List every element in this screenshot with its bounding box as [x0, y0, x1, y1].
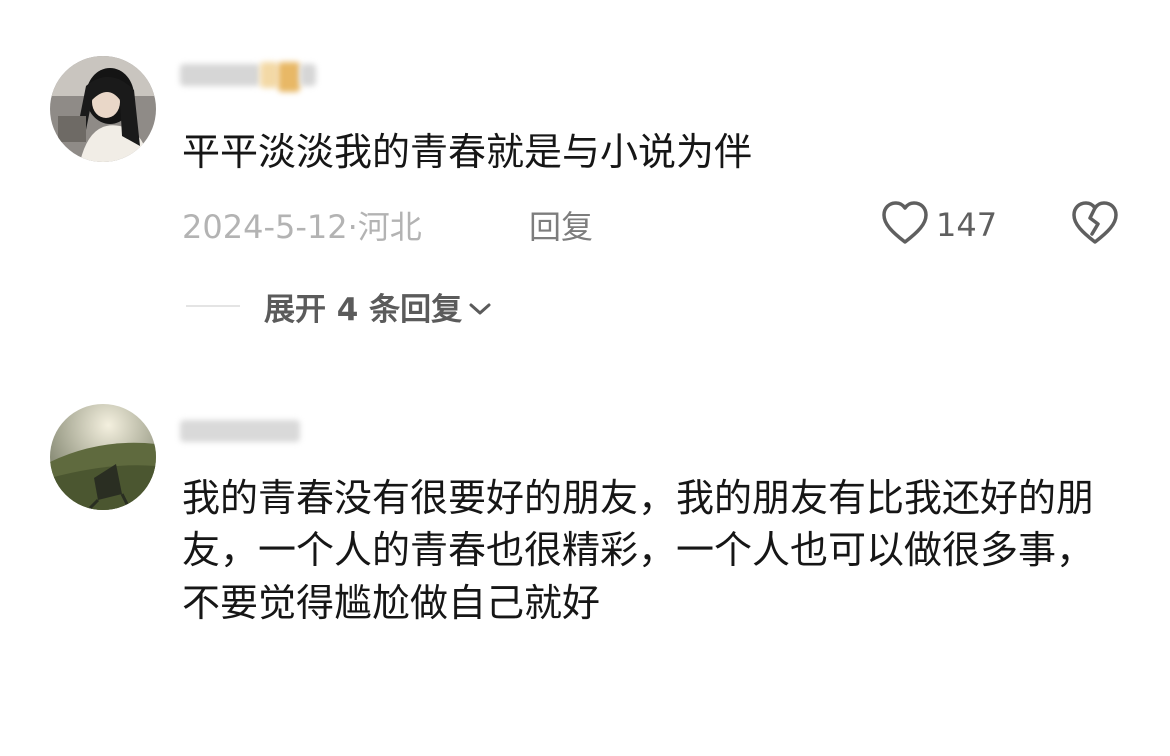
- avatar[interactable]: [50, 56, 156, 162]
- comment-item[interactable]: 我的青春没有很要好的朋友，我的朋友有比我还好的朋友，一个人的青春也很精彩，一个人…: [0, 380, 1170, 756]
- reply-button[interactable]: 回复: [529, 202, 593, 248]
- avatar[interactable]: [50, 404, 156, 510]
- expand-replies-button[interactable]: 展开 4 条回复: [264, 284, 492, 329]
- comment-location: 河北: [357, 208, 422, 246]
- chevron-down-icon: [468, 289, 492, 325]
- comment-text: 平平淡淡我的青春就是与小说为伴: [182, 130, 753, 174]
- heart-outline-icon: [880, 200, 930, 250]
- username-blurred[interactable]: [180, 416, 304, 446]
- expand-label: 展开 4 条回复: [264, 292, 463, 328]
- expand-divider: [186, 305, 240, 307]
- comment-text: 我的青春没有很要好的朋友，我的朋友有比我还好的朋友，一个人的青春也很精彩，一个人…: [182, 476, 1095, 625]
- comment-item[interactable]: 平平淡淡我的青春就是与小说为伴 2024-5-12·河北 回复 147 展开 4…: [0, 0, 1170, 360]
- comment-date: 2024-5-12·: [182, 208, 358, 246]
- username-blurred[interactable]: [180, 58, 320, 104]
- like-count: 147: [936, 206, 998, 244]
- dislike-button[interactable]: [1070, 200, 1120, 250]
- like-button[interactable]: 147: [880, 200, 997, 250]
- broken-heart-icon: [1070, 201, 1120, 250]
- comment-meta: 2024-5-12·河北: [182, 202, 422, 248]
